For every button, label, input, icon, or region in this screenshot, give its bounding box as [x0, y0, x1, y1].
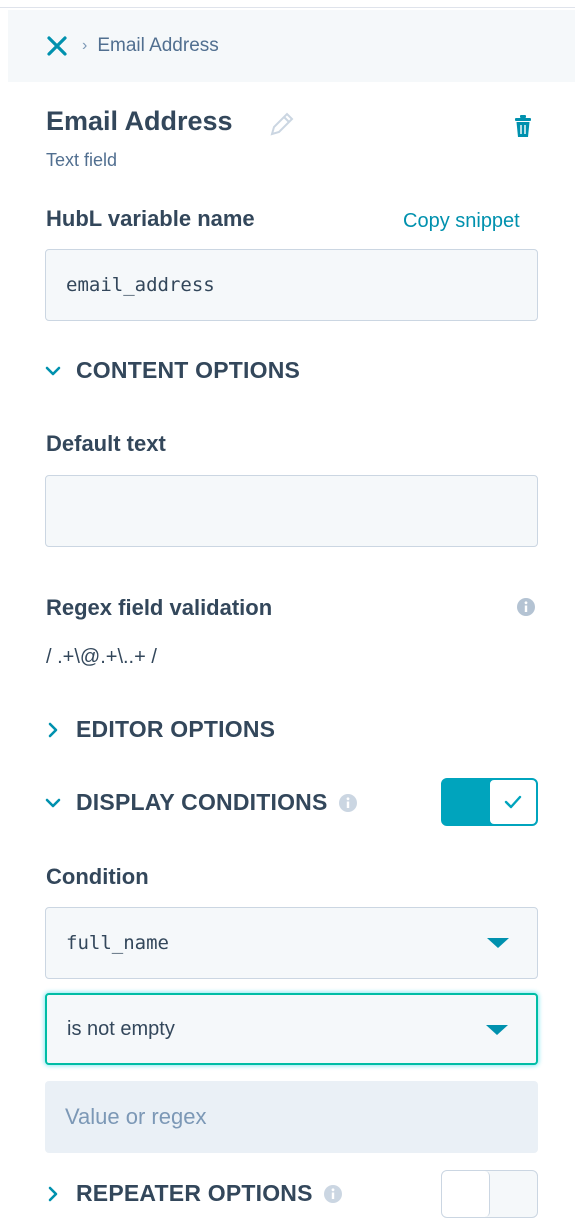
info-icon[interactable] — [338, 793, 358, 813]
close-icon[interactable] — [46, 35, 68, 57]
toggle-knob — [442, 1171, 490, 1217]
field-type: Text field — [46, 150, 118, 170]
copy-snippet-link[interactable]: Copy snippet — [403, 210, 520, 233]
default-text-label: Default text — [46, 431, 166, 456]
condition-label: Condition — [46, 864, 149, 889]
condition-operator-value: is not empty — [67, 1018, 175, 1040]
info-icon[interactable] — [516, 597, 536, 617]
chevron-right-icon — [48, 722, 58, 737]
display-conditions-toggle[interactable]: DISPLAY CONDITIONS — [44, 789, 358, 816]
caret-down-icon — [487, 938, 509, 948]
hubl-label: HubL variable name — [46, 206, 255, 231]
top-border — [0, 0, 575, 8]
condition-field-value: full_name — [66, 932, 169, 954]
toggle-knob — [489, 779, 537, 825]
repeater-options-switch[interactable] — [441, 1170, 538, 1218]
regex-value[interactable]: / .+\@.+\..+ / — [46, 646, 157, 669]
condition-operator-select[interactable]: is not empty — [45, 993, 538, 1065]
delete-trash-icon[interactable] — [513, 114, 533, 138]
hubl-variable-value: email_address — [66, 274, 215, 296]
caret-down-icon — [486, 1025, 508, 1035]
chevron-right-icon: › — [82, 37, 88, 54]
breadcrumb: › Email Address — [8, 10, 575, 82]
chevron-right-icon — [48, 1186, 58, 1201]
editor-options-heading: EDITOR OPTIONS — [76, 716, 276, 742]
display-conditions-heading: DISPLAY CONDITIONS — [76, 789, 328, 815]
condition-value-field[interactable] — [45, 1081, 538, 1153]
chevron-down-icon — [45, 798, 61, 807]
content-options-toggle[interactable]: CONTENT OPTIONS — [44, 357, 300, 384]
info-icon[interactable] — [323, 1184, 343, 1204]
display-conditions-switch[interactable] — [441, 778, 538, 826]
condition-field-select[interactable]: full_name — [45, 907, 538, 979]
repeater-options-toggle[interactable]: REPEATER OPTIONS — [44, 1180, 343, 1207]
content-options-heading: CONTENT OPTIONS — [76, 357, 301, 383]
default-text-input[interactable] — [45, 475, 538, 547]
regex-label: Regex field validation — [46, 595, 273, 620]
page-title: Email Address — [46, 106, 233, 136]
breadcrumb-current: Email Address — [97, 35, 219, 56]
condition-value-input[interactable] — [45, 1081, 538, 1153]
repeater-options-heading: REPEATER OPTIONS — [76, 1180, 313, 1206]
hubl-variable-input[interactable]: email_address — [45, 249, 538, 321]
chevron-down-icon — [45, 366, 61, 375]
checkmark-icon — [504, 795, 522, 809]
editor-options-toggle[interactable]: EDITOR OPTIONS — [44, 716, 275, 743]
edit-pencil-icon[interactable] — [268, 110, 296, 138]
